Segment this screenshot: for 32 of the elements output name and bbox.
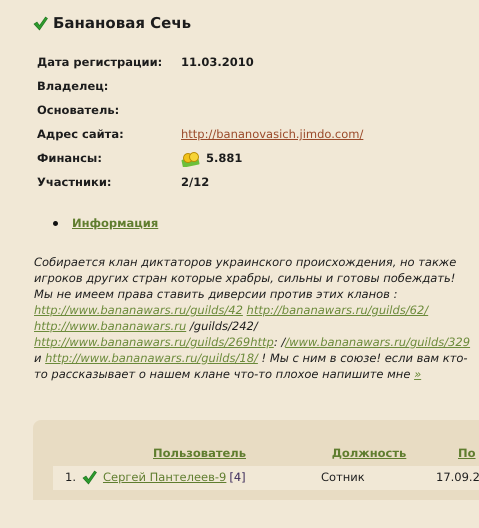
website-link[interactable]: http://bananovasich.jimdo.com/ — [181, 126, 364, 144]
field-label: Владелец: — [37, 78, 110, 95]
guild-link[interactable]: http://www.bananawars.ru — [34, 318, 186, 333]
field-label: Адрес сайта: — [37, 126, 125, 143]
field-value: 2/12 — [181, 174, 210, 191]
coins-icon — [181, 150, 201, 166]
date-text: 17.09.2 — [435, 469, 479, 486]
info-link[interactable]: Информация — [72, 214, 158, 232]
clan-title: Банановая Сечь — [53, 13, 192, 34]
role-text: Сотник — [320, 469, 366, 486]
field-value: 11.03.2010 — [181, 54, 254, 71]
guild-link[interactable]: http://www.bananawars.ru/guilds/18/ — [45, 350, 258, 365]
field-label: Финансы: — [37, 150, 103, 167]
member-link[interactable]: Сергей Пантелеев-9 — [102, 469, 226, 486]
member-level: [4] — [229, 469, 246, 486]
bullet-icon — [53, 220, 58, 226]
field-value: 5.881 — [206, 150, 242, 167]
checkmark-icon — [82, 470, 97, 486]
guild-link[interactable]: http://bananawars.ru/guilds/62/ — [246, 302, 428, 317]
column-header-link[interactable]: Пользователь — [153, 446, 246, 460]
row-number: 1. — [65, 469, 76, 486]
column-header-link[interactable]: По — [458, 446, 476, 460]
field-label: Участники: — [37, 174, 112, 191]
description-text: Собирается клан диктаторов украинского происхождения, но также игроков других стран которые храбры, сильны и готовы побеждать!Мы не имеем права ставить диверсии против этих кланов : http://www.bananawars.ru/guilds/42 http://bananawars.ru/guilds/62/ http://www.bananawars.ru /guilds/242/ http://www.bananawars.ru/guilds/269http: //www.bananawars.ru/guilds/329 и http://www.bananawars.ru/guilds/18/ ! Мы с ним в союзе! если вам кто-то рассказывает о нашем клане что-то плохое напишите мне » — [34, 254, 472, 382]
checkmark-icon — [33, 16, 48, 31]
column-header-link[interactable]: Должность — [332, 446, 406, 460]
guild-link[interactable]: http://www.bananawars.ru/guilds/42 — [34, 302, 243, 317]
guild-link[interactable]: /www.bananawars.ru/guilds/329 — [285, 334, 470, 349]
field-label: Дата регистрации: — [37, 54, 164, 71]
guild-link[interactable]: » — [414, 366, 422, 381]
guild-link[interactable]: http://www.bananawars.ru/guilds/269http — [34, 334, 274, 349]
field-label: Основатель: — [37, 102, 120, 119]
